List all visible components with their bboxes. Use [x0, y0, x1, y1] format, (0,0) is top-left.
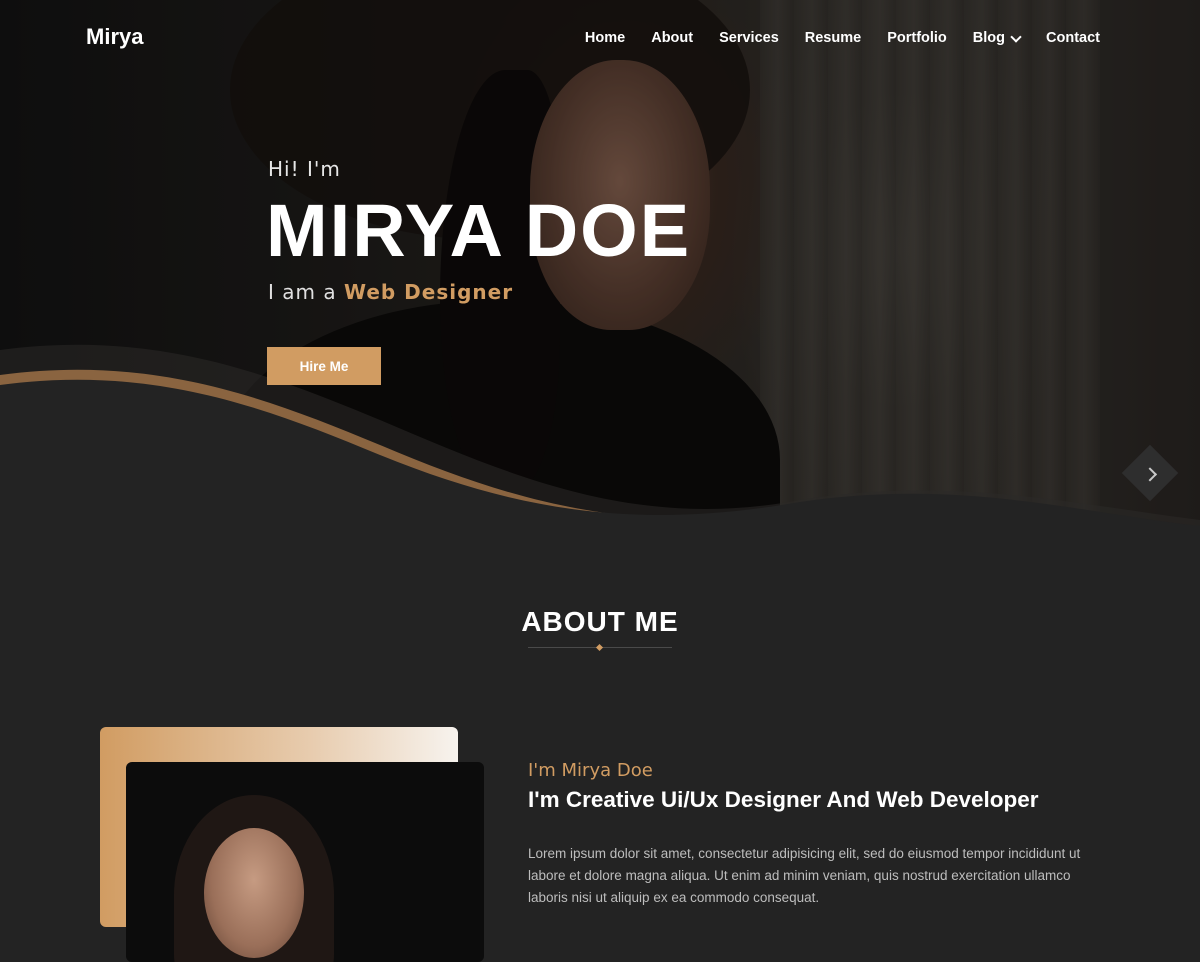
nav-home[interactable]: Home: [585, 30, 625, 46]
nav-about-label: About: [651, 30, 694, 46]
nav-resume[interactable]: Resume: [805, 30, 861, 46]
nav-about[interactable]: About: [651, 30, 693, 46]
nav-blog[interactable]: Blog: [972, 30, 1022, 46]
nav-home-label: Home: [584, 30, 626, 46]
about-photo-face: [204, 828, 304, 958]
nav-blog-label: Blog: [972, 30, 1006, 46]
hero-role-highlight: Web Designer: [343, 280, 514, 304]
nav-resume-label: Resume: [804, 30, 862, 46]
hero-greeting: Hi! I'm: [268, 157, 341, 181]
nav-contact[interactable]: Contact: [1046, 30, 1100, 46]
nav-portfolio-label: Portfolio: [887, 30, 947, 46]
about-photo: [126, 762, 484, 962]
hero-role-prefix: I am a: [268, 280, 344, 304]
about-paragraph: Lorem ipsum dolor sit amet, consectetur …: [528, 846, 1081, 905]
about-section-title: ABOUT ME: [521, 606, 679, 637]
site-logo[interactable]: Mirya: [86, 24, 143, 50]
hero-name: MIRYA DOE: [266, 189, 692, 272]
about-headline: I'm Creative Ui/Ux Designer And Web Deve…: [528, 787, 1039, 812]
nav-contact-label: Contact: [1046, 30, 1100, 46]
nav-services-label: Services: [719, 30, 779, 46]
hire-me-button[interactable]: Hire Me: [267, 347, 381, 385]
hero-role: I am a Web Designer: [268, 280, 513, 304]
chevron-down-icon: [1010, 30, 1022, 43]
nav-services[interactable]: Services: [719, 30, 779, 46]
hero-wave-divider: [0, 344, 1200, 580]
chevron-down-icon: [1142, 467, 1158, 482]
nav-portfolio[interactable]: Portfolio: [887, 30, 947, 46]
main-nav: Home About Services Resume Portfolio Blo…: [585, 30, 1100, 46]
about-intro: I'm Mirya Doe: [528, 760, 653, 781]
diamond-icon: [595, 643, 604, 652]
